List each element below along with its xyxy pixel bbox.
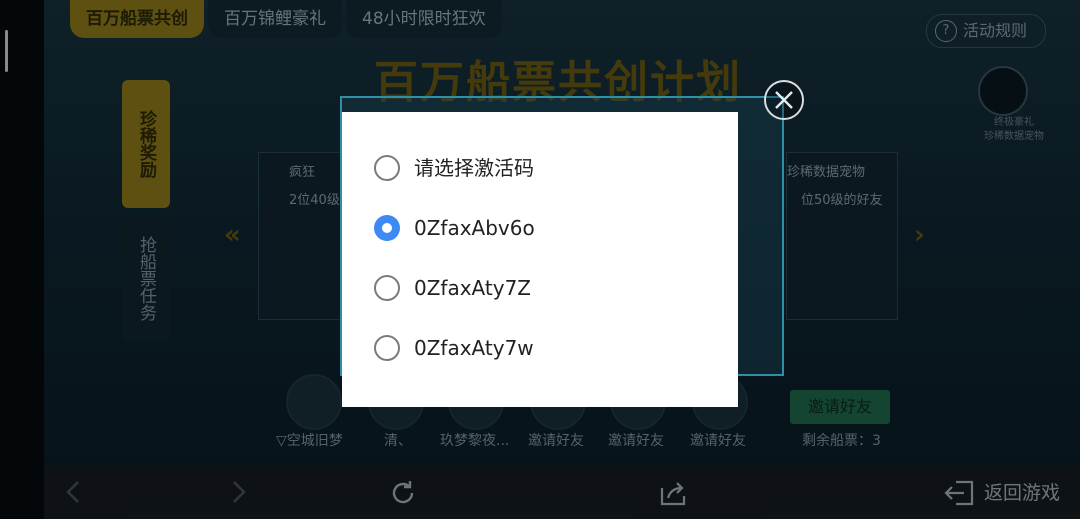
close-icon xyxy=(775,91,793,109)
option-placeholder[interactable]: 请选择激活码 xyxy=(372,149,712,189)
radio-unchecked-icon[interactable] xyxy=(374,275,400,301)
radio-unchecked-icon[interactable] xyxy=(374,335,400,361)
option-label: 0ZfaxAty7w xyxy=(414,336,534,360)
radio-unchecked-icon[interactable] xyxy=(374,155,400,181)
close-button[interactable] xyxy=(764,80,804,120)
option-label: 0ZfaxAbv6o xyxy=(414,216,535,240)
option-label: 请选择激活码 xyxy=(414,156,534,180)
option-code-2[interactable]: 0ZfaxAty7Z xyxy=(372,269,712,309)
option-code-1[interactable]: 0ZfaxAbv6o xyxy=(372,209,712,249)
option-code-3[interactable]: 0ZfaxAty7w xyxy=(372,329,712,369)
radio-checked-icon[interactable] xyxy=(374,215,400,241)
activation-code-dialog: 请选择激活码 0ZfaxAbv6o 0ZfaxAty7Z 0ZfaxAty7w xyxy=(342,112,738,407)
option-label: 0ZfaxAty7Z xyxy=(414,276,531,300)
